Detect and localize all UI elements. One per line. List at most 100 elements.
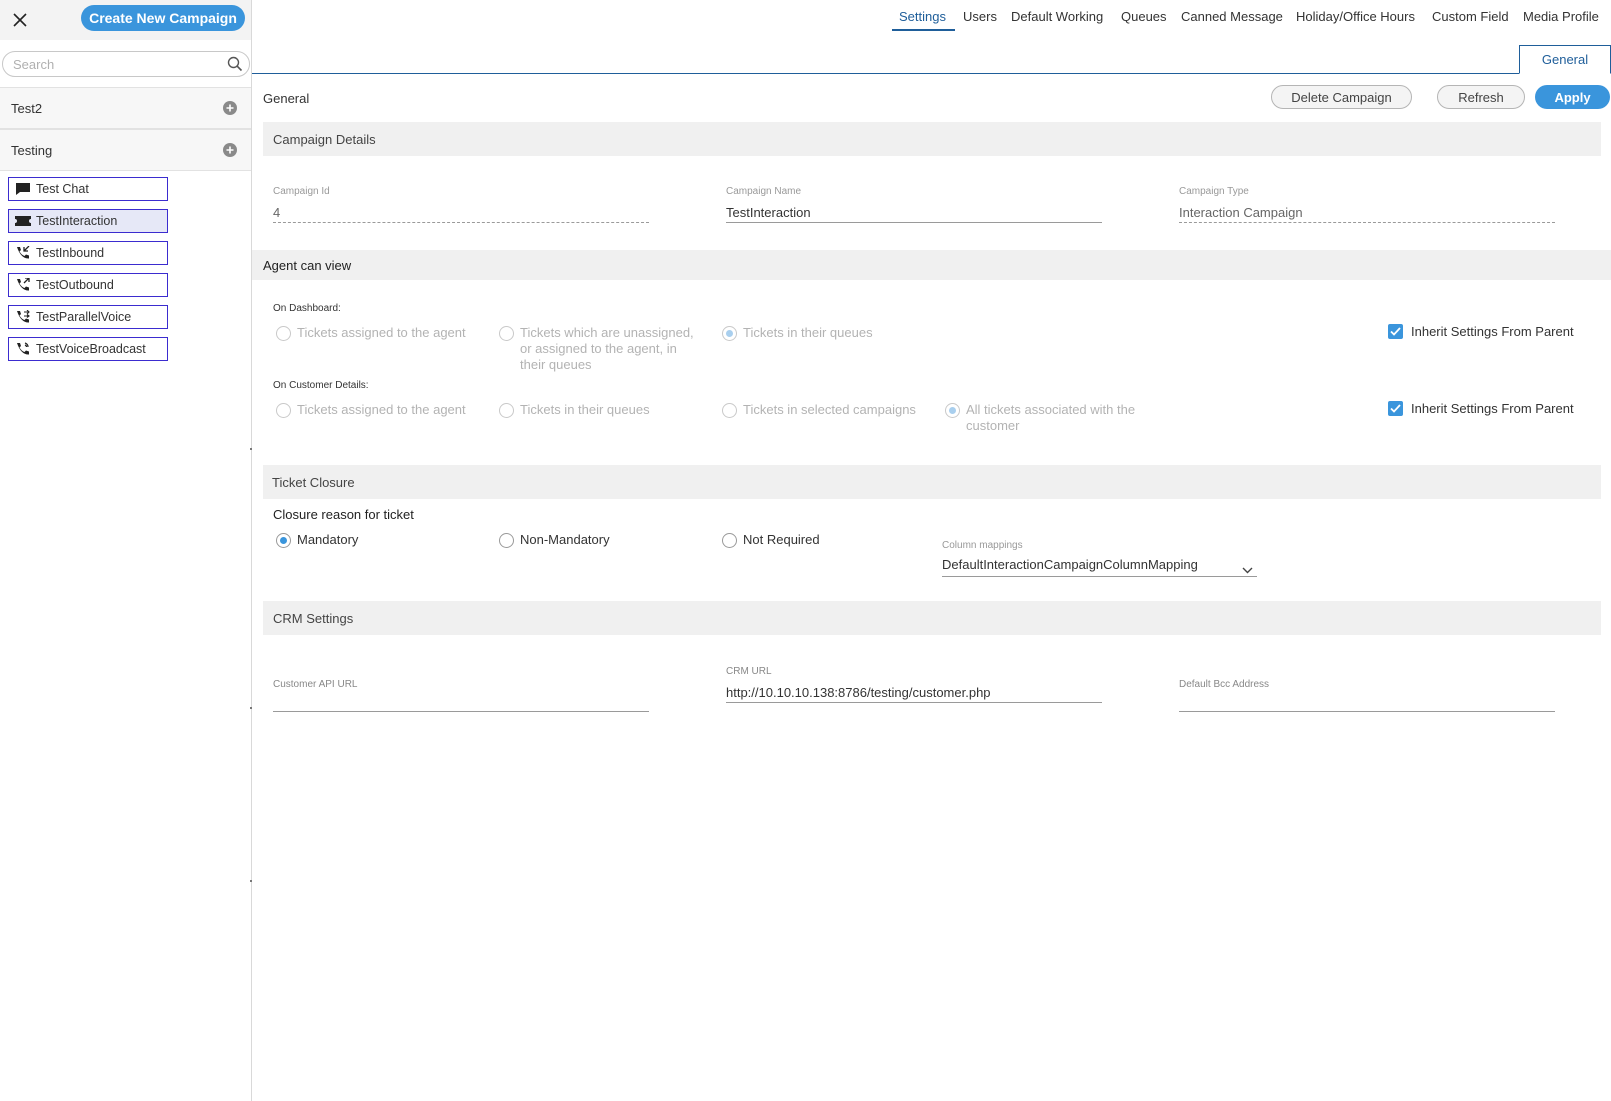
section-title: CRM Settings: [273, 611, 354, 626]
radio-circle: [276, 533, 291, 548]
tab-queues[interactable]: Queues: [1121, 9, 1167, 24]
radio-circle: [722, 403, 737, 418]
radio-circle: [722, 533, 737, 548]
campaign-item[interactable]: TestInbound: [8, 241, 168, 265]
field-label: Customer API URL: [273, 679, 358, 690]
closure-option-not-required[interactable]: Not Required: [722, 532, 820, 548]
campaign-label: TestInbound: [36, 246, 105, 260]
crm-url-input[interactable]: [726, 685, 1102, 700]
campaign-item[interactable]: Test Chat: [8, 177, 168, 201]
campaign-label: TestInteraction: [36, 214, 118, 228]
add-circle-icon[interactable]: [223, 143, 237, 160]
search-box: [2, 51, 250, 77]
column-mappings-select: Column mappings DefaultInteractionCampai…: [942, 540, 1257, 577]
radio-circle: [276, 403, 291, 418]
closure-option-mandatory[interactable]: Mandatory: [276, 532, 358, 548]
checkbox-icon: [1388, 324, 1403, 339]
closure-reason-label: Closure reason for ticket: [273, 507, 414, 522]
radio-circle: [722, 326, 737, 341]
campaign-item[interactable]: TestVoiceBroadcast: [8, 337, 168, 361]
dashboard-option-assigned[interactable]: Tickets assigned to the agent: [276, 325, 476, 341]
dashboard-option-queues[interactable]: Tickets in their queues: [722, 325, 922, 341]
radio-circle: [945, 403, 960, 418]
field-label: Default Bcc Address: [1179, 679, 1270, 690]
sidebar-header: Create New Campaign: [0, 0, 251, 40]
section-title: Campaign Details: [273, 132, 376, 147]
campaign-group[interactable]: Test2: [0, 87, 251, 129]
radio-label: Non-Mandatory: [520, 532, 610, 547]
tab-custom-field[interactable]: Custom Field: [1432, 9, 1509, 24]
campaign-item[interactable]: TestParallelVoice: [8, 305, 168, 329]
settings-nav: Settings Users Default Working Queues Ca…: [252, 0, 1611, 32]
column-mappings-dropdown[interactable]: DefaultInteractionCampaignColumnMapping: [942, 557, 1257, 577]
agent-can-view-header: Agent can view: [252, 250, 1611, 280]
splitter-mark: [250, 448, 252, 450]
splitter-mark: [250, 707, 252, 709]
checkbox-label: Inherit Settings From Parent: [1411, 324, 1574, 339]
field-label: Campaign Type: [1179, 186, 1249, 197]
on-dashboard-label: On Dashboard:: [273, 303, 341, 314]
default-bcc-input[interactable]: [1179, 694, 1555, 709]
campaign-details-header: Campaign Details: [263, 122, 1601, 156]
dashboard-inherit-checkbox[interactable]: Inherit Settings From Parent: [1388, 324, 1574, 339]
apply-button[interactable]: Apply: [1535, 85, 1610, 109]
customer-option-queues[interactable]: Tickets in their queues: [499, 402, 699, 418]
campaign-id-value: 4: [273, 205, 649, 223]
campaign-name-wrap: [726, 205, 1102, 223]
customer-option-all-tickets[interactable]: All tickets associated with the customer: [945, 402, 1145, 434]
campaign-item[interactable]: TestOutbound: [8, 273, 168, 297]
add-circle-icon[interactable]: [223, 101, 237, 118]
radio-circle: [499, 326, 514, 341]
tab-media-profile[interactable]: Media Profile: [1523, 9, 1599, 24]
default-bcc-wrap: [1179, 694, 1555, 712]
closure-option-non-mandatory[interactable]: Non-Mandatory: [499, 532, 610, 548]
phone-inbound-icon: [15, 245, 31, 260]
radio-circle: [499, 403, 514, 418]
field-label: Campaign Id: [273, 186, 330, 197]
phone-parallel-icon: [15, 309, 31, 324]
delete-campaign-button[interactable]: Delete Campaign: [1271, 85, 1412, 109]
group-name: Testing: [11, 143, 53, 158]
refresh-button[interactable]: Refresh: [1437, 85, 1525, 109]
campaign-sidebar: Create New Campaign Test2 Testing Test C…: [0, 0, 252, 1101]
crm-settings-header: CRM Settings: [263, 601, 1601, 635]
chat-icon: [15, 182, 31, 196]
customer-option-selected-campaigns[interactable]: Tickets in selected campaigns: [722, 402, 922, 418]
customer-inherit-checkbox[interactable]: Inherit Settings From Parent: [1388, 401, 1574, 416]
campaign-name-input[interactable]: [726, 205, 1102, 220]
section-title: Agent can view: [263, 258, 352, 273]
campaign-label: TestVoiceBroadcast: [36, 342, 146, 356]
customer-option-assigned[interactable]: Tickets assigned to the agent: [276, 402, 476, 418]
customer-api-url-wrap: [273, 694, 649, 712]
tab-canned-message[interactable]: Canned Message: [1181, 9, 1283, 24]
tab-users[interactable]: Users: [963, 9, 997, 24]
column-mappings-value: DefaultInteractionCampaignColumnMapping: [942, 557, 1198, 572]
checkbox-icon: [1388, 401, 1403, 416]
campaign-id-field: Campaign Id 4: [273, 186, 649, 223]
campaign-label: TestOutbound: [36, 278, 114, 292]
page-title: General: [263, 91, 310, 106]
tab-settings[interactable]: Settings: [899, 9, 946, 24]
search-icon[interactable]: [227, 56, 243, 75]
tab-general[interactable]: General: [1519, 45, 1611, 74]
create-new-campaign-button[interactable]: Create New Campaign: [81, 5, 245, 31]
radio-label: Tickets assigned to the agent: [297, 402, 466, 417]
dashboard-option-unassigned[interactable]: Tickets which are unassigned, or assigne…: [499, 325, 699, 373]
tab-holiday-office-hours[interactable]: Holiday/Office Hours: [1296, 9, 1415, 24]
radio-label: Tickets assigned to the agent: [297, 325, 466, 340]
default-bcc-field: Default Bcc Address: [1179, 679, 1555, 712]
close-icon[interactable]: [8, 8, 32, 32]
radio-label: Tickets which are unassigned, or assigne…: [520, 325, 694, 372]
crm-url-field: CRM URL: [726, 666, 1102, 703]
customer-api-url-input[interactable]: [273, 694, 649, 709]
search-input[interactable]: [13, 55, 213, 73]
ticket-closure-header: Ticket Closure: [263, 465, 1601, 499]
radio-label: Tickets in selected campaigns: [743, 402, 916, 417]
campaign-type-field: Campaign Type Interaction Campaign: [1179, 186, 1555, 223]
radio-label: All tickets associated with the customer: [966, 402, 1136, 433]
tab-default-working[interactable]: Default Working: [1011, 9, 1103, 24]
campaign-item[interactable]: TestInteraction: [8, 209, 168, 233]
field-label: Campaign Name: [726, 186, 802, 197]
campaign-group[interactable]: Testing: [0, 129, 251, 171]
radio-label: Tickets in their queues: [520, 402, 650, 417]
